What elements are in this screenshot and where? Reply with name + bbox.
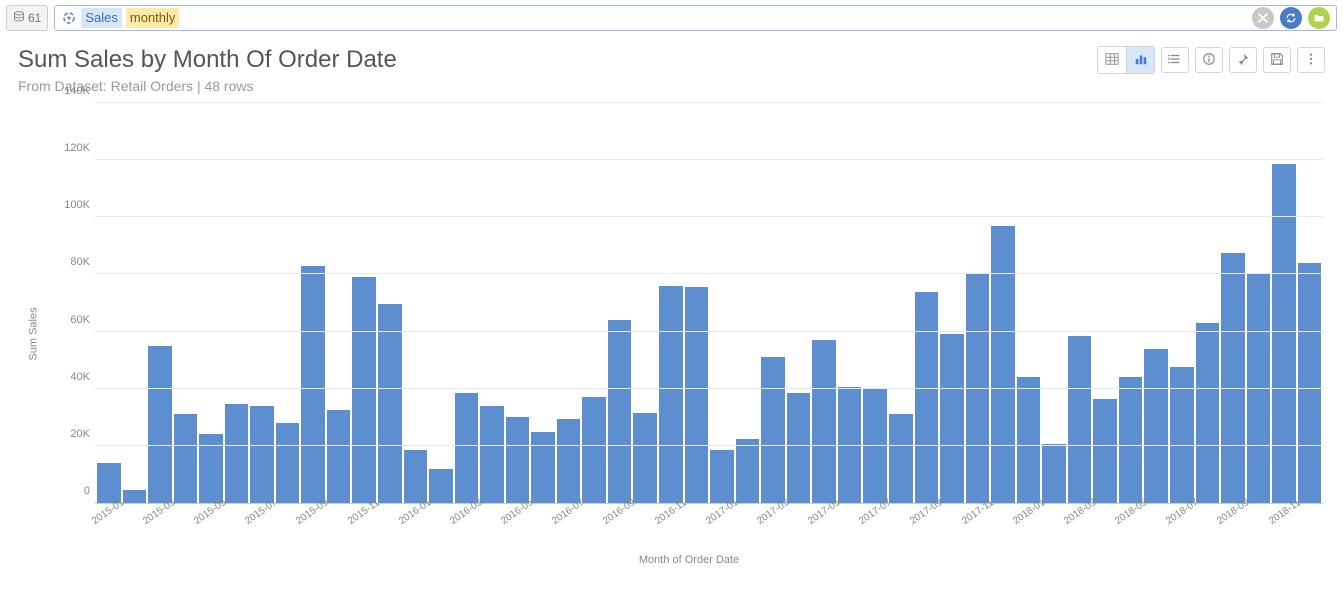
table-icon: [1105, 52, 1119, 69]
bar[interactable]: [889, 414, 913, 503]
bar[interactable]: [429, 469, 453, 503]
y-tick-label: 140K: [55, 85, 90, 97]
bar[interactable]: [327, 410, 351, 503]
bar[interactable]: [582, 397, 606, 503]
bar[interactable]: [1068, 336, 1092, 503]
list-icon: [1168, 52, 1182, 69]
save-icon: [1270, 52, 1284, 69]
table-view-button[interactable]: [1098, 47, 1126, 73]
bar[interactable]: [1272, 164, 1296, 503]
bar[interactable]: [404, 450, 428, 503]
dataset-count-badge[interactable]: 61: [6, 5, 48, 31]
database-icon: [13, 11, 25, 26]
bar[interactable]: [736, 439, 760, 503]
bar[interactable]: [276, 423, 300, 503]
save-button[interactable]: [1263, 47, 1291, 73]
grid-line: [95, 216, 1323, 217]
bar[interactable]: [148, 346, 172, 503]
x-axis-label: Month of Order Date: [55, 554, 1323, 566]
bar[interactable]: [685, 287, 709, 503]
chart-area: Sum Sales 020K40K60K80K100K120K140K 2015…: [55, 104, 1323, 564]
chart-plot[interactable]: 020K40K60K80K100K120K140K: [95, 104, 1323, 504]
bar[interactable]: [1221, 253, 1245, 503]
y-tick-label: 100K: [55, 199, 90, 211]
list-options-button[interactable]: [1161, 47, 1189, 73]
bars-container: [95, 104, 1323, 503]
header-row: Sum Sales by Month Of Order Date From Da…: [0, 36, 1343, 94]
query-token-monthly[interactable]: monthly: [126, 8, 180, 28]
grid-line: [95, 273, 1323, 274]
refresh-button[interactable]: [1280, 7, 1302, 29]
y-tick-label: 120K: [55, 142, 90, 154]
x-ticks: 2015-012015-032015-052015-072015-092015-…: [95, 508, 1323, 548]
bar[interactable]: [1298, 263, 1322, 503]
info-button[interactable]: [1195, 47, 1223, 73]
chart-view-button[interactable]: [1126, 47, 1154, 73]
more-button[interactable]: [1297, 47, 1325, 73]
bar[interactable]: [97, 463, 121, 503]
query-token-sales[interactable]: Sales: [81, 8, 122, 28]
grid-line: [95, 445, 1323, 446]
info-icon: [1202, 52, 1216, 69]
bar[interactable]: [1093, 399, 1117, 503]
bar[interactable]: [991, 226, 1015, 503]
bar-chart-icon: [1134, 52, 1148, 69]
bar[interactable]: [787, 393, 811, 503]
view-toggle: [1097, 46, 1155, 74]
open-button[interactable]: [1308, 7, 1330, 29]
bar[interactable]: [915, 292, 939, 503]
more-icon: [1304, 52, 1318, 69]
bar[interactable]: [480, 406, 504, 503]
bar[interactable]: [863, 389, 887, 503]
y-tick-label: 0: [55, 485, 90, 497]
bar[interactable]: [966, 274, 990, 503]
bar[interactable]: [531, 432, 555, 503]
bar[interactable]: [301, 266, 325, 503]
bar[interactable]: [455, 393, 479, 503]
bar[interactable]: [710, 450, 734, 503]
bar[interactable]: [352, 277, 376, 503]
y-tick-label: 60K: [55, 314, 90, 326]
toolbar: [1097, 46, 1325, 74]
dataset-count: 61: [28, 11, 41, 25]
bar[interactable]: [812, 340, 836, 503]
y-tick-label: 40K: [55, 371, 90, 383]
bar[interactable]: [123, 490, 147, 503]
bar[interactable]: [557, 419, 581, 503]
bar[interactable]: [608, 320, 632, 503]
grid-line: [95, 102, 1323, 103]
clear-button[interactable]: [1252, 7, 1274, 29]
topbar: 61 Sales monthly: [0, 0, 1343, 36]
bar[interactable]: [378, 304, 402, 503]
y-axis-label: Sum Sales: [28, 307, 40, 360]
page-title: Sum Sales by Month Of Order Date: [18, 46, 397, 74]
bar[interactable]: [1042, 444, 1066, 503]
y-tick-label: 20K: [55, 428, 90, 440]
bar[interactable]: [761, 357, 785, 503]
grid-line: [95, 388, 1323, 389]
bar[interactable]: [174, 414, 198, 503]
search-input[interactable]: [183, 8, 1246, 28]
bar[interactable]: [250, 406, 274, 503]
grid-line: [95, 331, 1323, 332]
bar[interactable]: [1247, 274, 1271, 503]
pin-button[interactable]: [1229, 47, 1257, 73]
bar[interactable]: [1119, 377, 1143, 503]
bar[interactable]: [225, 404, 249, 503]
bar[interactable]: [633, 413, 657, 503]
bar[interactable]: [659, 286, 683, 503]
y-tick-label: 80K: [55, 256, 90, 268]
pin-icon: [1236, 52, 1250, 69]
bar[interactable]: [940, 334, 964, 503]
grid-line: [95, 159, 1323, 160]
query-icon: [61, 10, 77, 26]
bar[interactable]: [506, 417, 530, 503]
search-bar[interactable]: Sales monthly: [54, 5, 1337, 31]
bar[interactable]: [1017, 377, 1041, 503]
bar[interactable]: [1144, 349, 1168, 503]
bar[interactable]: [1196, 323, 1220, 503]
